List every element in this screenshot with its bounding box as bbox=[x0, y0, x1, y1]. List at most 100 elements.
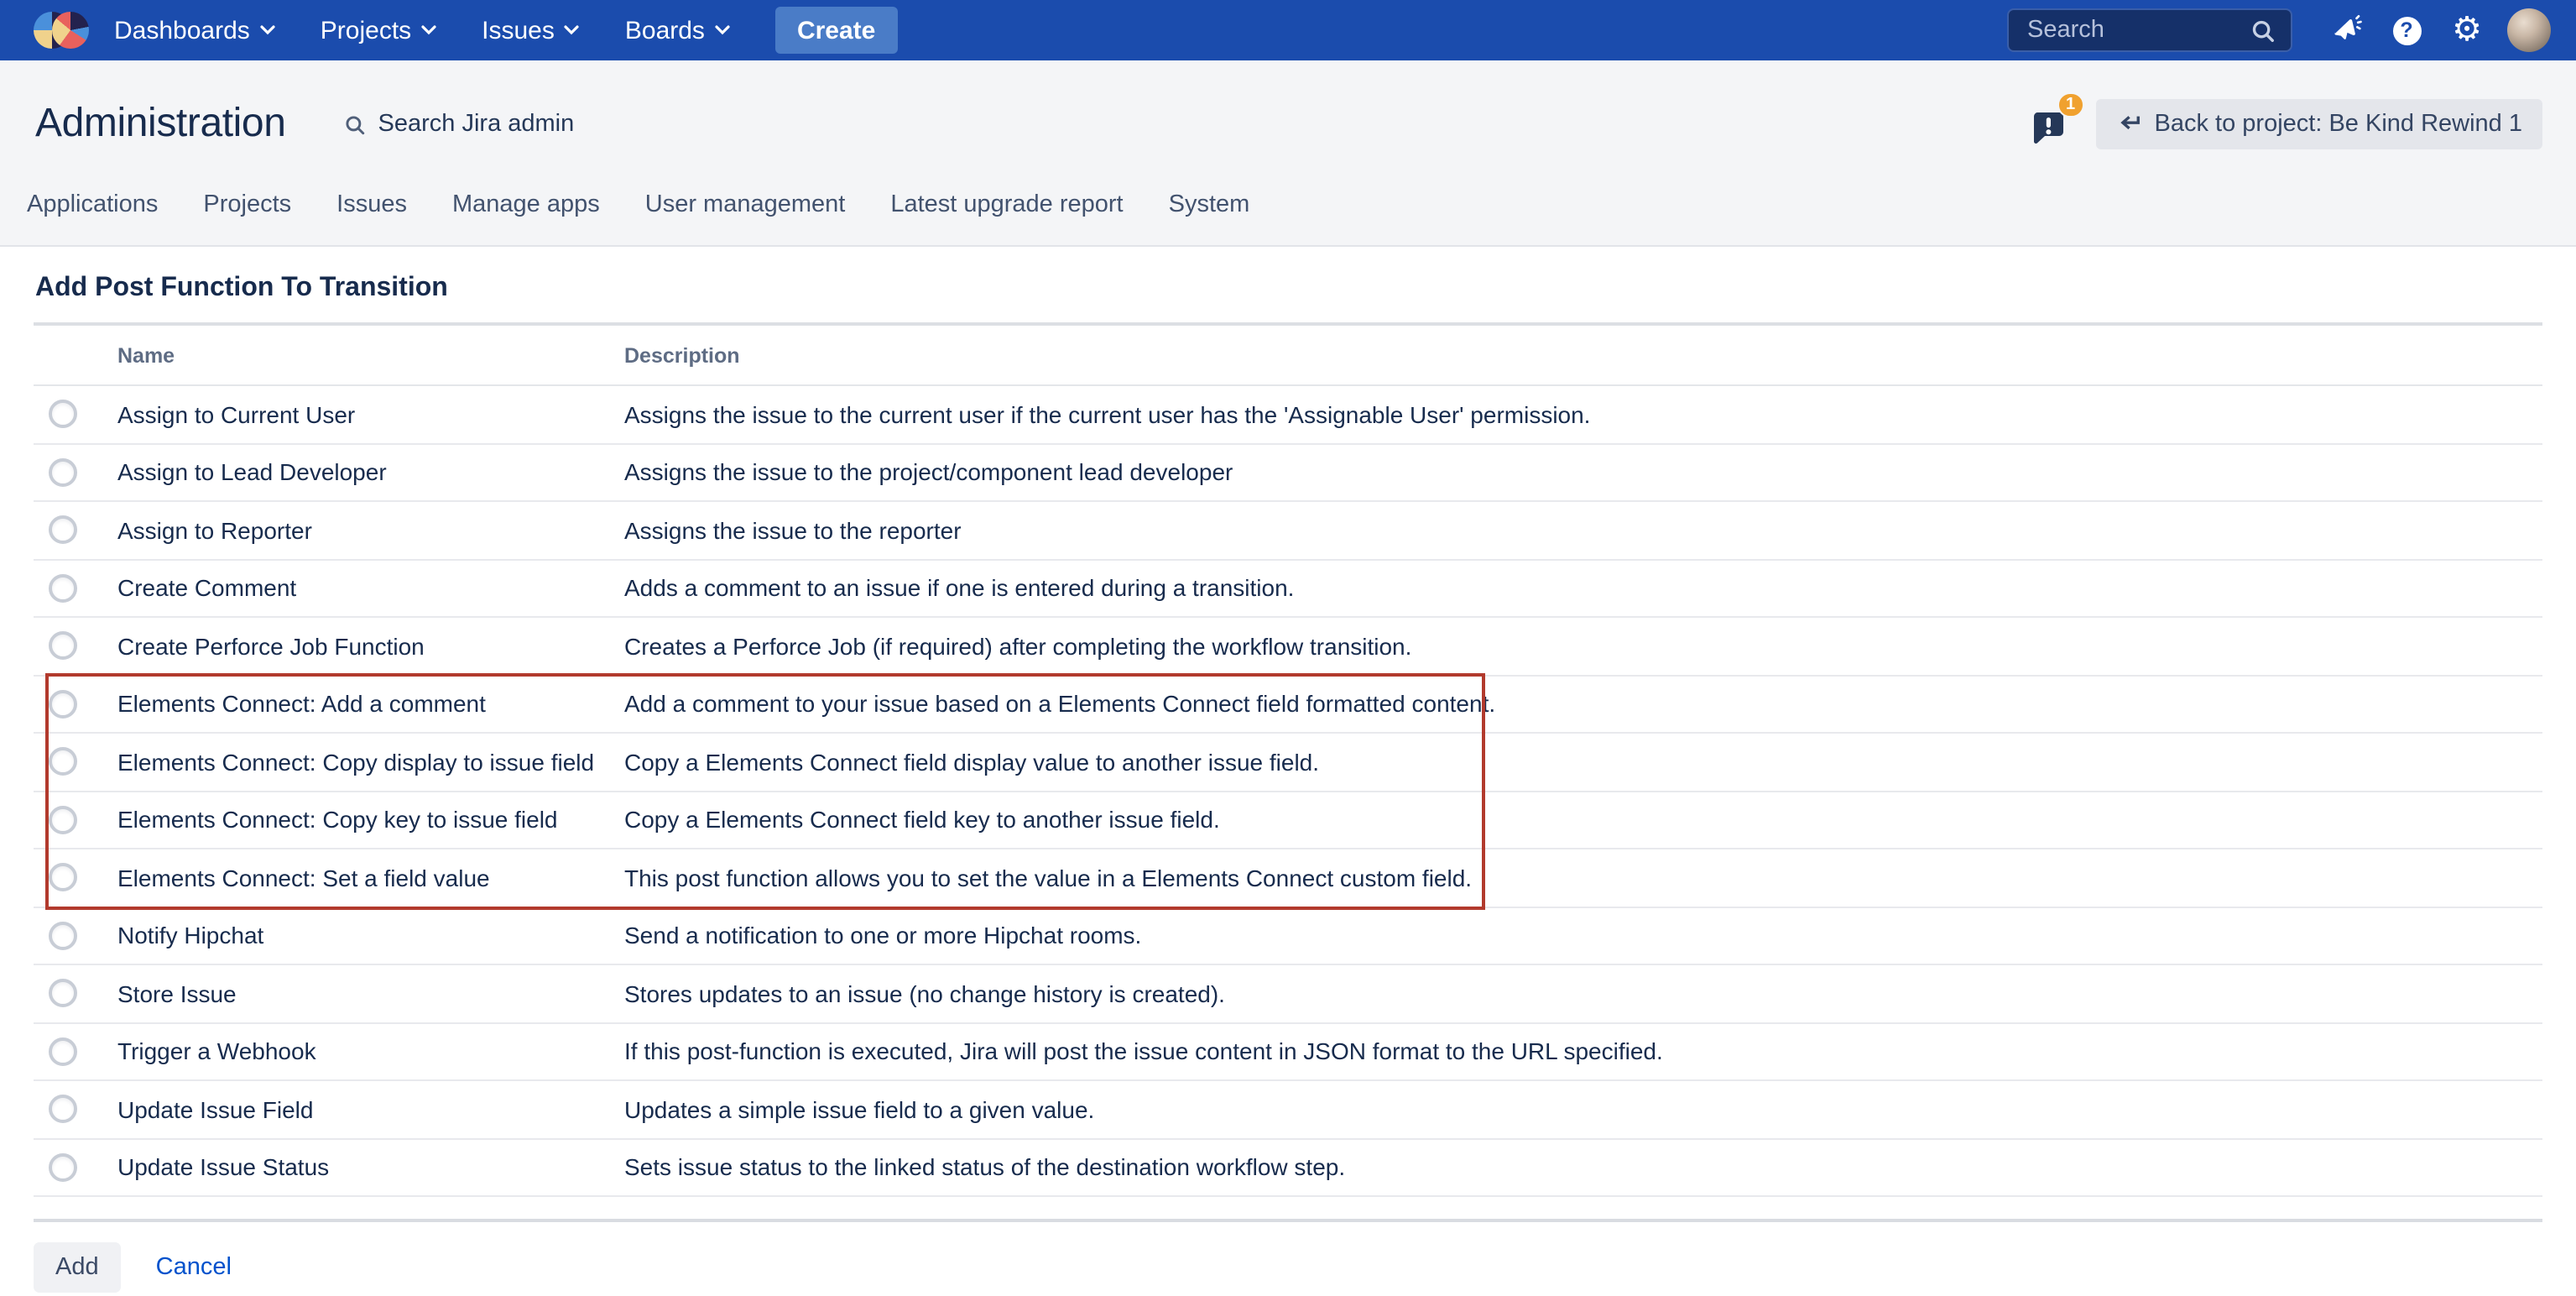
tab-applications[interactable]: Applications bbox=[27, 191, 158, 218]
row-name: Assign to Current User bbox=[117, 401, 624, 428]
row-radio-button[interactable] bbox=[49, 922, 77, 950]
row-radio-button[interactable] bbox=[49, 980, 77, 1008]
row-description: Send a notification to one or more Hipch… bbox=[624, 922, 2542, 949]
nav-menu: Dashboards Projects Issues Boards bbox=[114, 16, 730, 44]
admin-header: Administration Search Jira admin 1 bbox=[0, 60, 2576, 247]
chevron-down-icon bbox=[260, 25, 275, 35]
table-row: Notify Hipchat Send a notification to on… bbox=[34, 907, 2542, 965]
feedback-bubble-icon[interactable]: 1 bbox=[2027, 101, 2074, 148]
row-radio-button[interactable] bbox=[49, 864, 77, 892]
row-radio-button[interactable] bbox=[49, 516, 77, 545]
row-radio-button[interactable] bbox=[49, 458, 77, 487]
admin-search-label: Search Jira admin bbox=[378, 111, 575, 138]
row-description: Sets issue status to the linked status o… bbox=[624, 1154, 2542, 1181]
nav-menu-issues[interactable]: Issues bbox=[482, 16, 580, 44]
row-radio-cell bbox=[34, 806, 117, 834]
table-row: Update Issue Status Sets issue status to… bbox=[34, 1139, 2542, 1197]
admin-search[interactable]: Search Jira admin bbox=[345, 111, 575, 138]
search-input[interactable] bbox=[2024, 15, 2250, 45]
nav-menu-item-label: Projects bbox=[321, 16, 411, 44]
row-radio-cell bbox=[34, 632, 117, 661]
table-row: Elements Connect: Set a field value This… bbox=[34, 849, 2542, 907]
back-button-label: Back to project: Be Kind Rewind 1 bbox=[2155, 111, 2522, 138]
admin-title: Administration bbox=[35, 101, 286, 148]
row-radio-cell bbox=[34, 1153, 117, 1182]
user-avatar[interactable] bbox=[2507, 8, 2551, 52]
notification-badge: 1 bbox=[2057, 92, 2084, 118]
row-description: Add a comment to your issue based on a E… bbox=[624, 691, 2542, 718]
table-row: Elements Connect: Copy display to issue … bbox=[34, 734, 2542, 792]
help-icon[interactable]: ? bbox=[2376, 0, 2437, 60]
tab-issues[interactable]: Issues bbox=[336, 191, 407, 218]
tab-projects[interactable]: Projects bbox=[203, 191, 291, 218]
site-logo-icon[interactable] bbox=[34, 12, 89, 49]
nav-menu-item-label: Dashboards bbox=[114, 16, 250, 44]
tab-user-management[interactable]: User management bbox=[645, 191, 846, 218]
back-arrow-icon bbox=[2116, 114, 2141, 134]
tab-manage-apps[interactable]: Manage apps bbox=[452, 191, 600, 218]
row-radio-cell bbox=[34, 574, 117, 603]
row-name: Notify Hipchat bbox=[117, 922, 624, 949]
row-radio-button[interactable] bbox=[49, 1037, 77, 1066]
nav-menu-projects[interactable]: Projects bbox=[321, 16, 436, 44]
settings-gear-icon[interactable]: ⚙ bbox=[2437, 0, 2497, 60]
nav-search[interactable] bbox=[2007, 8, 2292, 52]
table-row: Elements Connect: Add a comment Add a co… bbox=[34, 676, 2542, 734]
chevron-down-icon bbox=[715, 25, 730, 35]
row-name: Update Issue Field bbox=[117, 1096, 624, 1123]
row-name: Elements Connect: Set a field value bbox=[117, 865, 624, 891]
section-title: Add Post Function To Transition bbox=[34, 247, 2542, 326]
help-glyph: ? bbox=[2392, 16, 2421, 44]
tab-latest-upgrade-report[interactable]: Latest upgrade report bbox=[890, 191, 1123, 218]
search-icon bbox=[345, 113, 367, 135]
create-button[interactable]: Create bbox=[775, 7, 897, 54]
row-description: Creates a Perforce Job (if required) aft… bbox=[624, 633, 2542, 660]
add-button[interactable]: Add bbox=[34, 1242, 121, 1293]
table-row: Assign to Current User Assigns the issue… bbox=[34, 386, 2542, 444]
nav-menu-item-label: Boards bbox=[625, 16, 705, 44]
row-name: Elements Connect: Add a comment bbox=[117, 691, 624, 718]
nav-menu-boards[interactable]: Boards bbox=[625, 16, 730, 44]
row-name: Elements Connect: Copy display to issue … bbox=[117, 749, 624, 776]
row-name: Store Issue bbox=[117, 980, 624, 1007]
jira-admin-page: Dashboards Projects Issues Boards Create bbox=[0, 0, 2576, 1296]
megaphone-icon[interactable] bbox=[2316, 0, 2376, 60]
row-radio-button[interactable] bbox=[49, 400, 77, 429]
row-radio-button[interactable] bbox=[49, 1153, 77, 1182]
cancel-link[interactable]: Cancel bbox=[156, 1254, 232, 1281]
row-radio-button[interactable] bbox=[49, 806, 77, 834]
table-row: Update Issue Field Updates a simple issu… bbox=[34, 1081, 2542, 1139]
search-icon bbox=[2250, 18, 2276, 43]
row-radio-cell bbox=[34, 1037, 117, 1066]
table-rows-top: Assign to Current User Assigns the issue… bbox=[34, 386, 2542, 676]
table-row: Assign to Reporter Assigns the issue to … bbox=[34, 502, 2542, 560]
table-rows-highlighted: Elements Connect: Add a comment Add a co… bbox=[34, 676, 2542, 907]
row-radio-cell bbox=[34, 922, 117, 950]
row-radio-button[interactable] bbox=[49, 574, 77, 603]
row-radio-cell bbox=[34, 980, 117, 1008]
admin-header-top: Administration Search Jira admin 1 bbox=[0, 60, 2576, 165]
row-name: Create Perforce Job Function bbox=[117, 633, 624, 660]
row-name: Assign to Lead Developer bbox=[117, 459, 624, 486]
row-description: This post function allows you to set the… bbox=[624, 865, 2542, 891]
row-description: Assigns the issue to the reporter bbox=[624, 517, 2542, 544]
row-radio-cell bbox=[34, 690, 117, 719]
main-content: Add Post Function To Transition Name Des… bbox=[0, 247, 2576, 1293]
back-to-project-button[interactable]: Back to project: Be Kind Rewind 1 bbox=[2096, 99, 2542, 149]
row-radio-button[interactable] bbox=[49, 748, 77, 776]
row-radio-cell bbox=[34, 748, 117, 776]
row-name: Assign to Reporter bbox=[117, 517, 624, 544]
column-header-description: Description bbox=[624, 343, 2542, 367]
nav-menu-dashboards[interactable]: Dashboards bbox=[114, 16, 275, 44]
column-header-name: Name bbox=[117, 343, 624, 367]
row-description: Assigns the issue to the current user if… bbox=[624, 401, 2542, 428]
footer-divider bbox=[34, 1219, 2542, 1222]
highlighted-rows-group: Elements Connect: Add a comment Add a co… bbox=[34, 676, 2542, 907]
row-radio-cell bbox=[34, 516, 117, 545]
row-radio-cell bbox=[34, 1095, 117, 1124]
tab-system[interactable]: System bbox=[1169, 191, 1250, 218]
row-radio-button[interactable] bbox=[49, 1095, 77, 1124]
row-description: If this post-function is executed, Jira … bbox=[624, 1038, 2542, 1065]
row-radio-button[interactable] bbox=[49, 632, 77, 661]
row-radio-button[interactable] bbox=[49, 690, 77, 719]
